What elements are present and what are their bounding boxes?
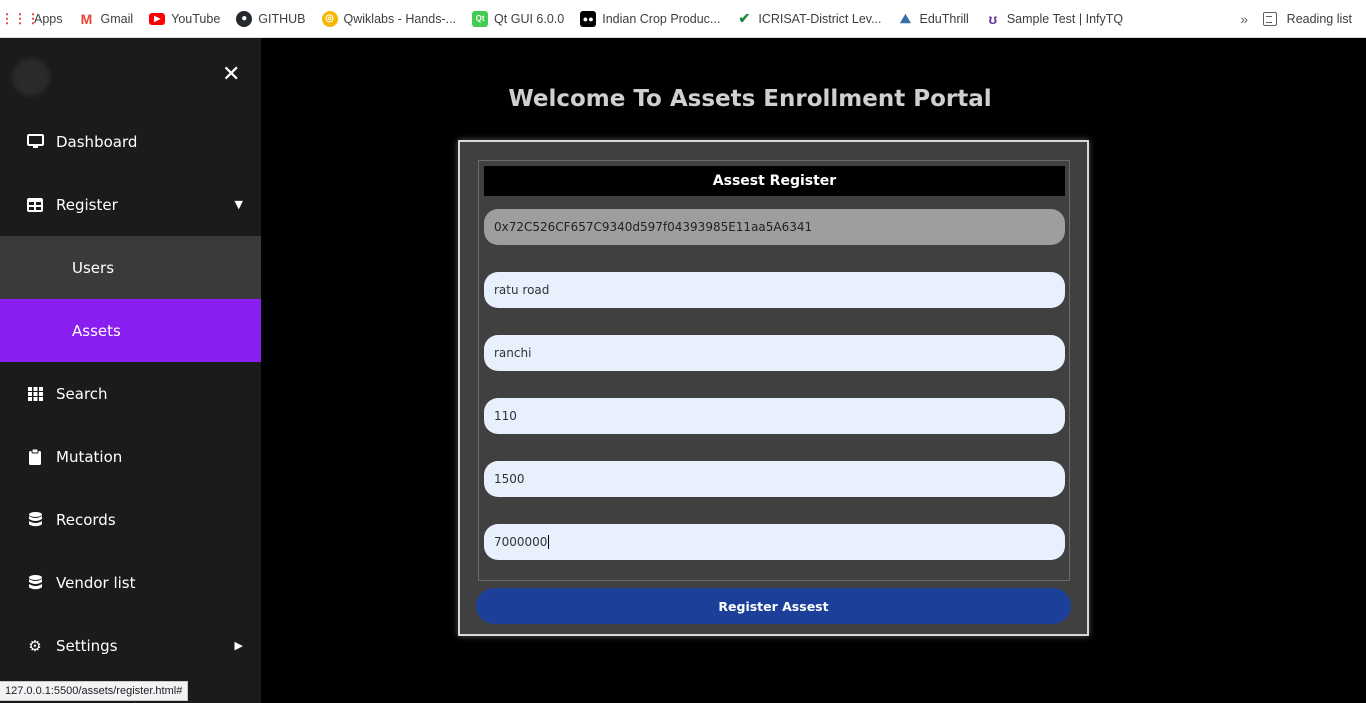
form-title: Assest Register bbox=[484, 166, 1065, 196]
plot-number-field[interactable]: 110 bbox=[484, 398, 1065, 434]
close-icon[interactable]: ✕ bbox=[222, 62, 240, 87]
bookmark-icrisat[interactable]: ✔ ICRISAT-District Lev... bbox=[736, 10, 881, 27]
infytq-icon: ʊ bbox=[988, 10, 998, 27]
bookmark-apps[interactable]: ⋮⋮⋮ Apps bbox=[0, 10, 63, 27]
sidebar-item-vendor-list[interactable]: Vendor list bbox=[0, 551, 261, 614]
chevron-double-right-icon[interactable]: » bbox=[1240, 11, 1248, 27]
wallet-address-field[interactable]: 0x72C526CF657C9340d597f04393985E11aa5A63… bbox=[484, 209, 1065, 245]
youtube-icon: ▶ bbox=[149, 12, 166, 25]
sidebar-item-users[interactable]: Users bbox=[0, 236, 261, 299]
apps-grid-icon: ⋮⋮⋮ bbox=[0, 10, 40, 26]
form-panel: Assest Register 0x72C526CF657C9340d597f0… bbox=[478, 160, 1070, 581]
sidebar-item-assets[interactable]: Assets bbox=[0, 299, 261, 362]
gears-icon: ⚙ bbox=[28, 636, 42, 655]
sidebar-item-register[interactable]: Register ▼ bbox=[0, 173, 261, 236]
sidebar-item-search[interactable]: Search bbox=[0, 362, 261, 425]
bookmarks-bar: ⋮⋮⋮ Apps M Gmail ▶ YouTube ● GITHUB ◎ Qw… bbox=[0, 0, 1366, 38]
bookmark-infytq[interactable]: ʊ Sample Test | InfyTQ bbox=[985, 11, 1123, 27]
area-field[interactable]: 1500 bbox=[484, 461, 1065, 497]
sidebar-item-mutation[interactable]: Mutation bbox=[0, 425, 261, 488]
chevron-down-icon: ▼ bbox=[234, 198, 243, 211]
price-field[interactable]: 7000000 bbox=[484, 524, 1065, 560]
bookmark-indian-crop[interactable]: ●● Indian Crop Produc... bbox=[580, 10, 720, 27]
bookmark-qwiklabs[interactable]: ◎ Qwiklabs - Hands-... bbox=[321, 10, 456, 27]
bookmark-eduthrill[interactable]: ⛰ EduThrill bbox=[898, 11, 969, 27]
bookmark-github[interactable]: ● GITHUB bbox=[236, 10, 306, 27]
grid-icon bbox=[26, 386, 44, 402]
bookmark-qt[interactable]: Qt Qt GUI 6.0.0 bbox=[472, 10, 564, 27]
icrisat-icon: ✔ bbox=[738, 10, 751, 26]
qt-icon: Qt bbox=[472, 10, 489, 27]
chevron-right-icon: ▶ bbox=[234, 639, 243, 652]
bookmark-gmail[interactable]: M Gmail bbox=[79, 11, 134, 27]
status-url: 127.0.0.1:5500/assets/register.html# bbox=[0, 681, 189, 701]
bookmark-youtube[interactable]: ▶ YouTube bbox=[149, 12, 220, 26]
reading-list-button[interactable]: Reading list bbox=[1262, 0, 1352, 38]
avatar bbox=[12, 58, 50, 96]
sidebar-item-records[interactable]: Records bbox=[0, 488, 261, 551]
sidebar-item-settings[interactable]: ⚙ Settings ▶ bbox=[0, 614, 261, 677]
table-icon bbox=[26, 197, 44, 213]
city-field[interactable]: ranchi bbox=[484, 335, 1065, 371]
qwiklabs-icon: ◎ bbox=[321, 10, 338, 27]
page-title: Welcome To Assets Enrollment Portal bbox=[508, 86, 992, 112]
database-icon bbox=[26, 512, 44, 528]
database-icon bbox=[26, 575, 44, 591]
monitor-icon bbox=[26, 134, 44, 150]
eduthrill-icon: ⛰ bbox=[900, 10, 911, 26]
gmail-icon: M bbox=[80, 10, 93, 27]
medium-icon: ●● bbox=[580, 10, 597, 27]
register-asset-button[interactable]: Register Assest bbox=[476, 588, 1071, 624]
text-cursor bbox=[548, 535, 550, 549]
sidebar-item-dashboard[interactable]: Dashboard bbox=[0, 110, 261, 173]
address-field[interactable]: ratu road bbox=[484, 272, 1065, 308]
asset-register-card: Assest Register 0x72C526CF657C9340d597f0… bbox=[458, 140, 1089, 636]
sidebar: ✕ Dashboard Register ▼ Users Assets Sear… bbox=[0, 38, 261, 703]
github-icon: ● bbox=[236, 10, 253, 27]
reading-list-icon bbox=[1262, 12, 1277, 26]
clipboard-icon bbox=[26, 448, 44, 465]
